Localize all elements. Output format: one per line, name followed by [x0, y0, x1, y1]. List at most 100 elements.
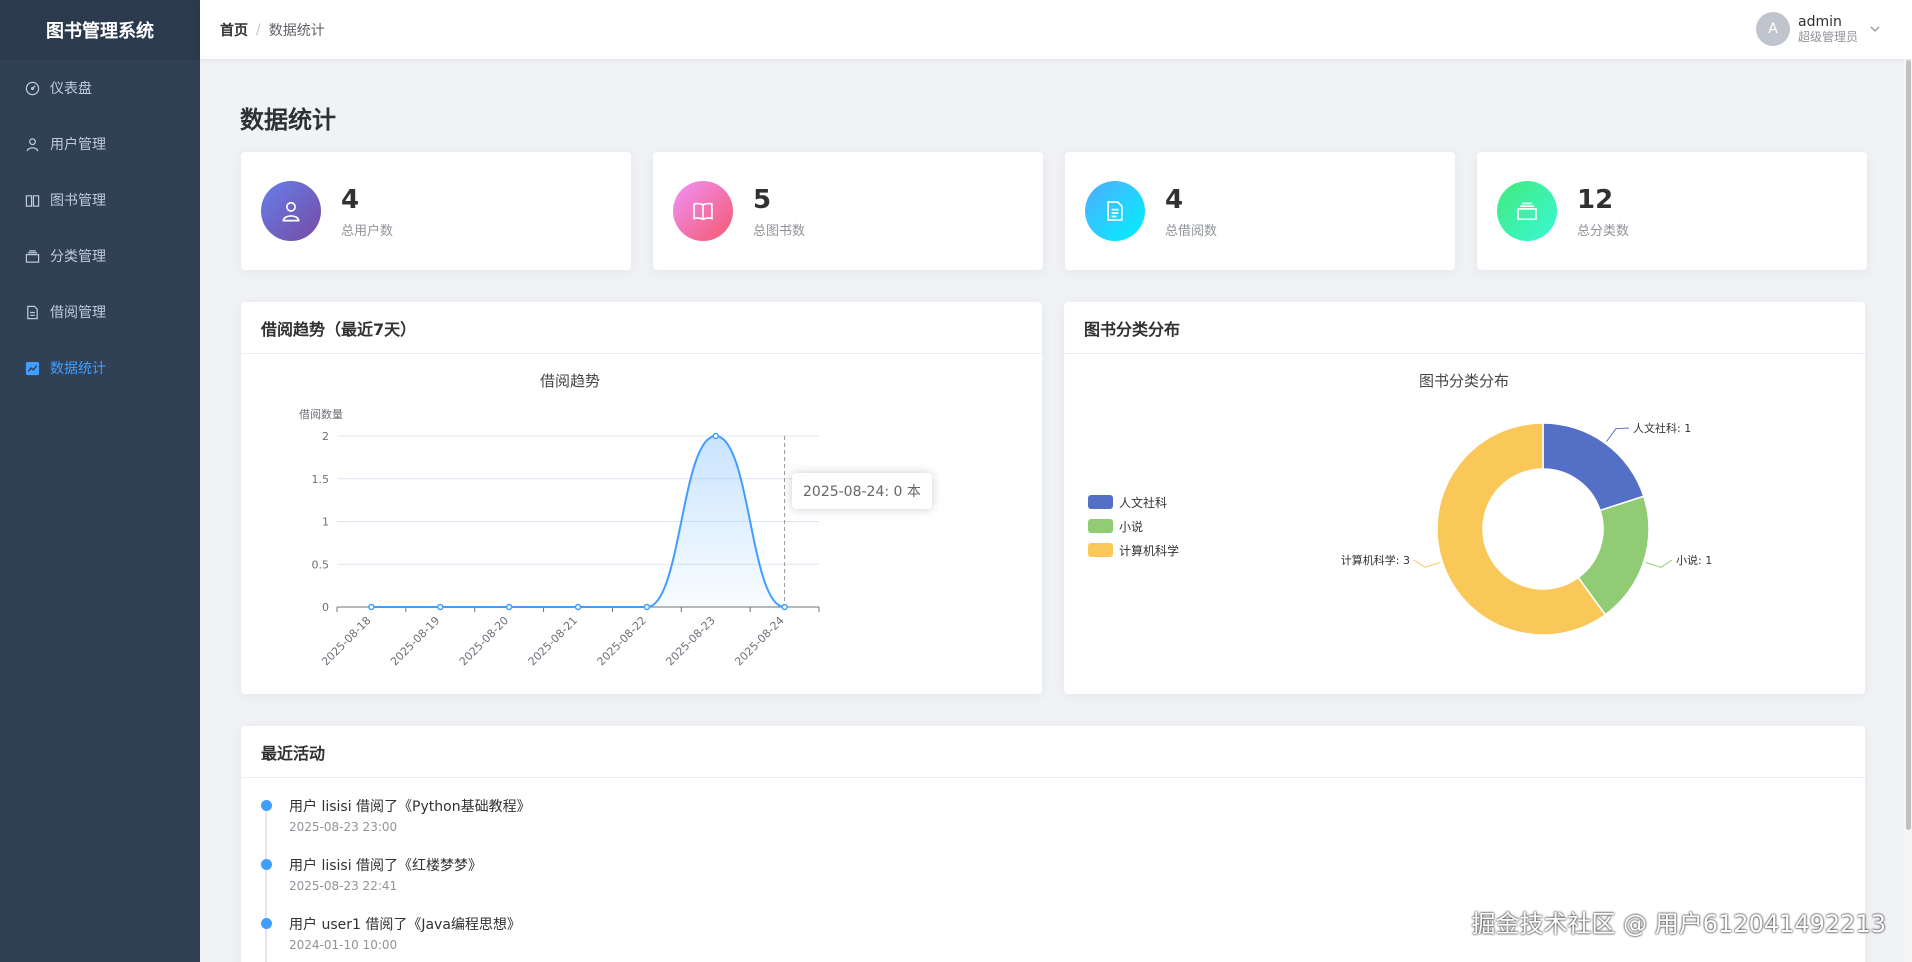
sidebar-item-label: 分类管理 — [50, 249, 106, 265]
sidebar-item-label: 仪表盘 — [50, 81, 92, 97]
panel-title: 借阅趋势（最近7天） — [241, 302, 1042, 354]
document-icon — [24, 304, 40, 320]
legend-item[interactable]: 计算机科学 — [1088, 538, 1179, 562]
legend-label: 计算机科学 — [1119, 543, 1180, 558]
data-point — [574, 603, 582, 611]
stat-icon-bg — [673, 181, 733, 241]
x-tick-label: 2025-08-23 — [663, 614, 717, 668]
sidebar-item-dashboard[interactable]: 仪表盘 — [0, 60, 200, 116]
breadcrumb: 首页 / 数据统计 — [220, 20, 325, 40]
user-name: admin — [1797, 14, 1842, 30]
stat-label: 总分类数 — [1577, 223, 1630, 239]
pie-slice-label: 计算机科学: 3 — [1341, 553, 1410, 567]
stat-icon-bg — [1497, 181, 1557, 241]
stat-label: 总图书数 — [753, 223, 806, 239]
activity-text: 用户 lisisi 借阅了《Python基础教程》 — [289, 799, 531, 815]
user-icon — [24, 136, 40, 152]
data-point — [505, 603, 513, 611]
chart-icon — [24, 360, 40, 376]
y-tick-label: 1.5 — [312, 473, 330, 486]
category-icon — [24, 248, 40, 264]
stat-cards: 4 总用户数 5 总图书数 4 总借阅数 12 总分类数 — [241, 152, 1867, 270]
pie-label-line — [1645, 559, 1673, 568]
panel-title: 最近活动 — [241, 726, 1865, 778]
x-tick-label: 2025-08-18 — [319, 614, 373, 668]
borrow-trend-chart[interactable]: 借阅趋势借阅数量 0 0.5 1 1.5 2 2025-08-18 2025-08-19 202… — [241, 354, 1042, 694]
avatar[interactable]: A — [1755, 12, 1790, 46]
main-content: 数据统计 4 总用户数 5 总图书数 4 总借阅数 12 总分类数 借阅趋势（最… — [200, 60, 1900, 962]
data-point — [781, 603, 788, 611]
activity-time: 2025-08-23 22:41 — [289, 879, 398, 893]
stat-value: 4 — [341, 184, 360, 215]
stat-card-borrows: 4 总借阅数 — [1065, 152, 1455, 270]
top-header: 首页 / 数据统计 A admin 超级管理员 — [200, 0, 1912, 60]
app-logo-title: 图书管理系统 — [0, 0, 200, 60]
pie-label-line — [1606, 427, 1630, 442]
x-tick-label: 2025-08-19 — [388, 614, 442, 668]
page-title: 数据统计 — [240, 106, 336, 134]
pie-slice-label: 人文社科: 1 — [1633, 421, 1691, 435]
sidebar-item-statistics[interactable]: 数据统计 — [0, 340, 200, 396]
pie-label-line — [1413, 559, 1441, 568]
timeline-dot — [261, 800, 272, 811]
stat-icon-bg — [1085, 181, 1145, 241]
legend-label: 人文社科 — [1119, 495, 1168, 510]
breadcrumb-home[interactable]: 首页 — [220, 20, 248, 40]
category-pie-chart[interactable]: 图书分类分布人文社科: 1 小说: 1 计算机科学: 3 — [1064, 354, 1865, 694]
x-tick-label: 2025-08-24 — [732, 614, 786, 668]
data-point — [712, 432, 719, 440]
legend-swatch — [1088, 519, 1113, 533]
y-tick-label: 0 — [322, 601, 329, 614]
sidebar-item-label: 用户管理 — [50, 137, 106, 153]
user-menu[interactable]: A admin 超级管理员 — [1755, 12, 1882, 46]
stat-card-users: 4 总用户数 — [241, 152, 631, 270]
breadcrumb-separator: / — [256, 21, 261, 38]
breadcrumb-current: 数据统计 — [268, 22, 325, 39]
panel-title: 图书分类分布 — [1064, 302, 1865, 354]
data-point — [368, 603, 375, 611]
y-axis-label: 借阅数量 — [299, 408, 343, 421]
chart-title: 图书分类分布 — [1419, 372, 1509, 390]
scrollbar-thumb[interactable] — [1906, 60, 1911, 830]
stat-card-categories: 12 总分类数 — [1477, 152, 1867, 270]
legend-item[interactable]: 小说 — [1088, 514, 1179, 538]
dashboard-icon — [24, 80, 40, 96]
category-distribution-panel: 图书分类分布 图书分类分布人文社科: 1 小说: 1 计算机科学: 3 人文社科小说… — [1064, 302, 1865, 694]
stat-value: 4 — [1165, 184, 1184, 215]
stat-icon-bg — [261, 181, 321, 241]
activity-text: 用户 user1 借阅了《Java编程思想》 — [289, 917, 521, 933]
legend-item[interactable]: 人文社科 — [1088, 490, 1179, 514]
data-point — [437, 603, 444, 611]
legend-label: 小说 — [1119, 519, 1144, 534]
pie-slice — [1542, 422, 1645, 512]
timeline-dot — [261, 859, 272, 870]
document-icon — [1107, 201, 1123, 221]
sidebar-item-label: 图书管理 — [50, 193, 106, 209]
stat-label: 总用户数 — [341, 223, 394, 239]
pie-slice-label: 小说: 1 — [1676, 553, 1712, 567]
timeline-line — [265, 806, 267, 962]
sidebar-item-books[interactable]: 图书管理 — [0, 172, 200, 228]
watermark: 掘金技术社区 @ 用户612041492213 — [1471, 910, 1887, 938]
x-tick-label: 2025-08-21 — [526, 614, 580, 668]
activity-text: 用户 lisisi 借阅了《红楼梦梦》 — [289, 858, 483, 874]
stat-value: 12 — [1577, 184, 1614, 215]
data-point — [643, 603, 651, 611]
chevron-down-icon[interactable] — [1868, 22, 1882, 36]
x-tick-label: 2025-08-20 — [457, 614, 511, 668]
sidebar-item-categories[interactable]: 分类管理 — [0, 228, 200, 284]
y-tick-label: 0.5 — [312, 558, 330, 571]
y-tick-label: 2 — [322, 430, 329, 443]
sidebar-item-label: 数据统计 — [50, 361, 106, 377]
stat-card-books: 5 总图书数 — [653, 152, 1043, 270]
borrow-trend-panel: 借阅趋势（最近7天） 借阅趋势 借阅数量 0 0.5 1 1.5 2 2025-08-18 20… — [241, 302, 1042, 694]
stat-label: 总借阅数 — [1165, 223, 1218, 239]
sidebar-item-borrows[interactable]: 借阅管理 — [0, 284, 200, 340]
legend-swatch — [1088, 543, 1113, 557]
x-tick-label: 2025-08-22 — [595, 614, 649, 668]
chart-legend: 人文社科小说计算机科学 — [1088, 490, 1179, 562]
book-icon — [693, 202, 713, 221]
y-tick-label: 1 — [322, 516, 329, 529]
sidebar-item-users[interactable]: 用户管理 — [0, 116, 200, 172]
user-icon — [282, 201, 300, 222]
